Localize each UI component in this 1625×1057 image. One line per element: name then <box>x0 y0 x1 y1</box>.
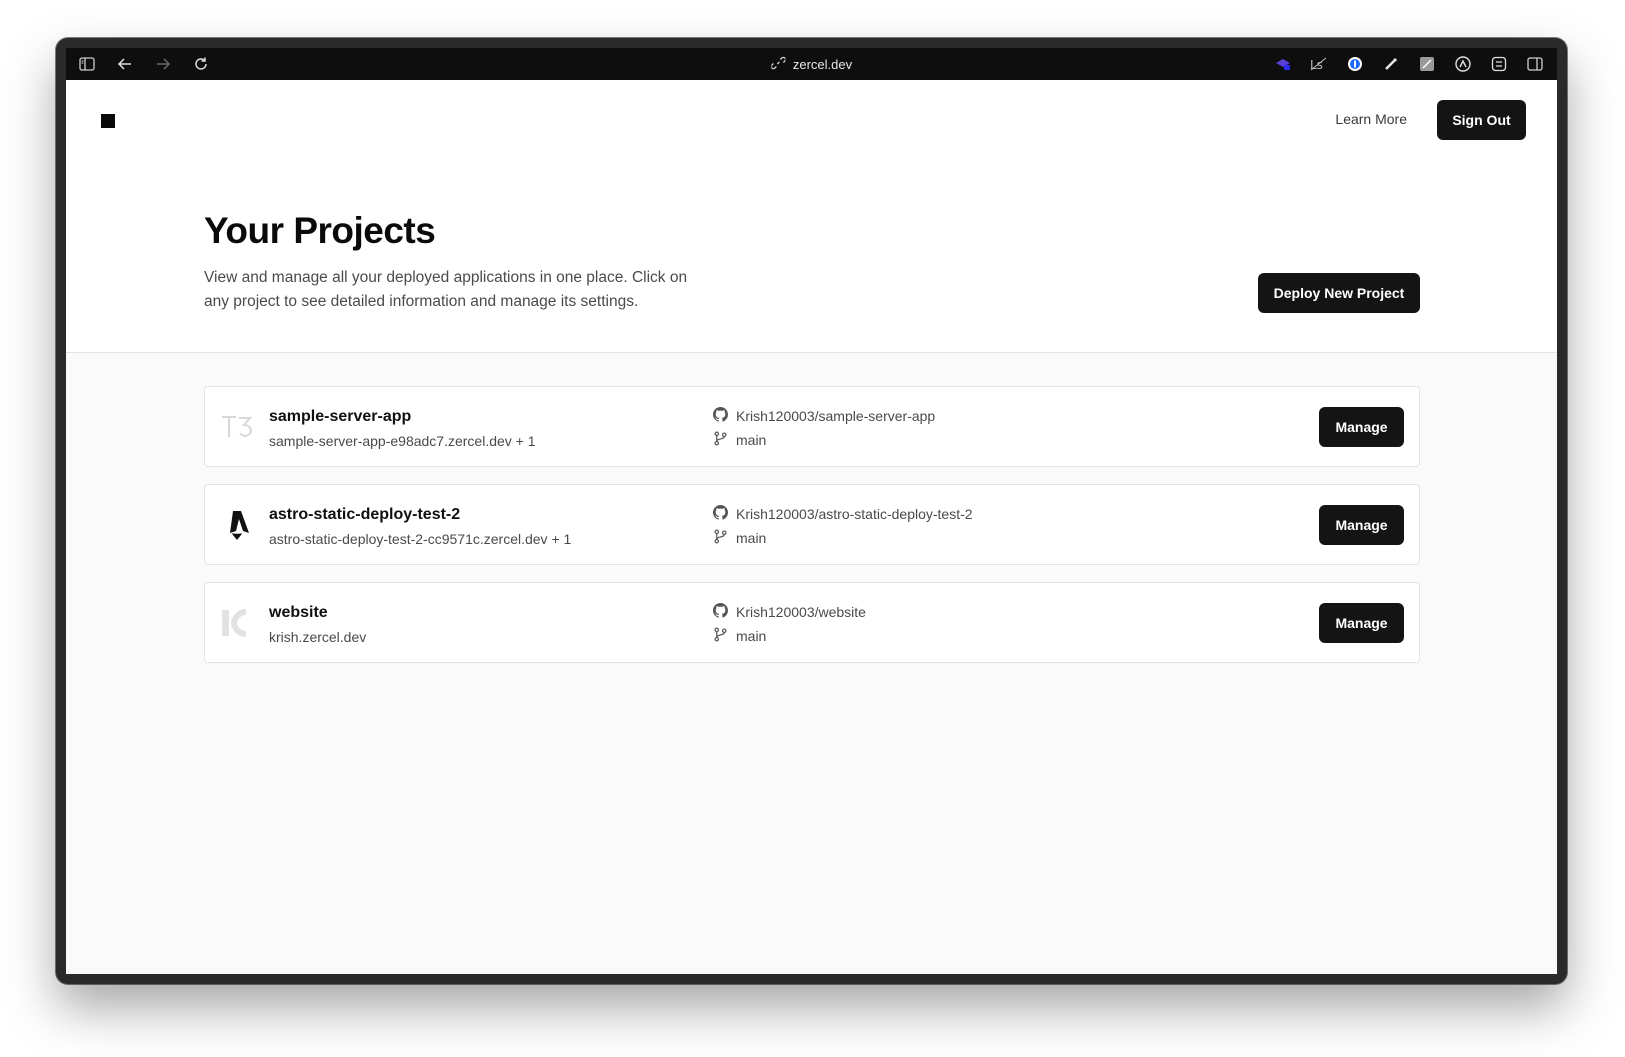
github-icon <box>713 407 729 425</box>
branch-name: main <box>736 628 767 644</box>
manage-button[interactable]: Manage <box>1319 407 1404 447</box>
github-icon <box>713 603 729 621</box>
extension-hat-icon[interactable] <box>1273 54 1293 74</box>
link-icon <box>770 56 786 73</box>
project-repo[interactable]: Krish120003/astro-static-deploy-test-2 <box>713 505 973 523</box>
project-name[interactable]: website <box>269 604 328 622</box>
project-branch: main <box>713 529 766 547</box>
url-text: zercel.dev <box>792 56 853 72</box>
forward-icon[interactable] <box>154 55 172 73</box>
reload-icon[interactable] <box>192 55 210 73</box>
page-title: Your Projects <box>204 210 436 251</box>
astro-logo-icon <box>220 507 254 543</box>
project-card[interactable]: sample-server-app sample-server-app-e98a… <box>204 386 1420 467</box>
k-logo-icon <box>220 605 254 641</box>
project-branch: main <box>713 627 766 645</box>
project-branch: main <box>713 431 766 449</box>
browser-window: zercel.dev Ls Learn More Sign Out Your P… <box>56 38 1567 984</box>
git-branch-icon <box>713 627 728 645</box>
github-icon <box>713 505 729 523</box>
page-viewport: Learn More Sign Out Your Projects View a… <box>66 80 1557 974</box>
manage-button[interactable]: Manage <box>1319 505 1404 545</box>
sidebar-icon[interactable] <box>78 55 96 73</box>
password-manager-icon[interactable] <box>1345 54 1365 74</box>
repo-name: Krish120003/astro-static-deploy-test-2 <box>736 506 973 522</box>
t3-logo-icon <box>220 409 254 445</box>
git-branch-icon <box>713 529 728 547</box>
page-description: View and manage all your deployed applic… <box>204 269 688 310</box>
project-name[interactable]: astro-static-deploy-test-2 <box>269 506 460 524</box>
project-domain[interactable]: astro-static-deploy-test-2-cc9571c.zerce… <box>269 531 571 547</box>
project-domain[interactable]: krish.zercel.dev <box>269 629 366 645</box>
sign-out-button[interactable]: Sign Out <box>1437 100 1526 140</box>
project-repo[interactable]: Krish120003/website <box>713 603 866 621</box>
split-view-icon[interactable] <box>1525 54 1545 74</box>
extension-wand-icon[interactable] <box>1381 54 1401 74</box>
project-card[interactable]: astro-static-deploy-test-2 astro-static-… <box>204 484 1420 565</box>
extension-note-icon[interactable] <box>1417 54 1437 74</box>
extension-box-icon[interactable] <box>1489 54 1509 74</box>
extension-a-icon[interactable] <box>1453 54 1473 74</box>
extension-ls-icon[interactable]: Ls <box>1309 54 1329 74</box>
address-bar[interactable]: zercel.dev <box>770 56 853 73</box>
repo-name: Krish120003/website <box>736 604 866 620</box>
deploy-new-project-button[interactable]: Deploy New Project <box>1258 273 1420 313</box>
project-domain[interactable]: sample-server-app-e98adc7.zercel.dev + 1 <box>269 433 536 449</box>
project-list: sample-server-app sample-server-app-e98a… <box>204 386 1420 680</box>
branch-name: main <box>736 530 767 546</box>
repo-name: Krish120003/sample-server-app <box>736 408 936 424</box>
page-header: Learn More Sign Out Your Projects View a… <box>66 80 1557 353</box>
learn-more-link[interactable]: Learn More <box>1335 111 1407 127</box>
branch-name: main <box>736 432 767 448</box>
manage-button[interactable]: Manage <box>1319 603 1404 643</box>
brand-logo-icon[interactable] <box>101 114 115 128</box>
project-repo[interactable]: Krish120003/sample-server-app <box>713 407 935 425</box>
back-icon[interactable] <box>116 55 134 73</box>
git-branch-icon <box>713 431 728 449</box>
project-name[interactable]: sample-server-app <box>269 408 411 426</box>
browser-toolbar: zercel.dev Ls <box>66 48 1557 80</box>
project-card[interactable]: website krish.zercel.dev Krish120003/web… <box>204 582 1420 663</box>
